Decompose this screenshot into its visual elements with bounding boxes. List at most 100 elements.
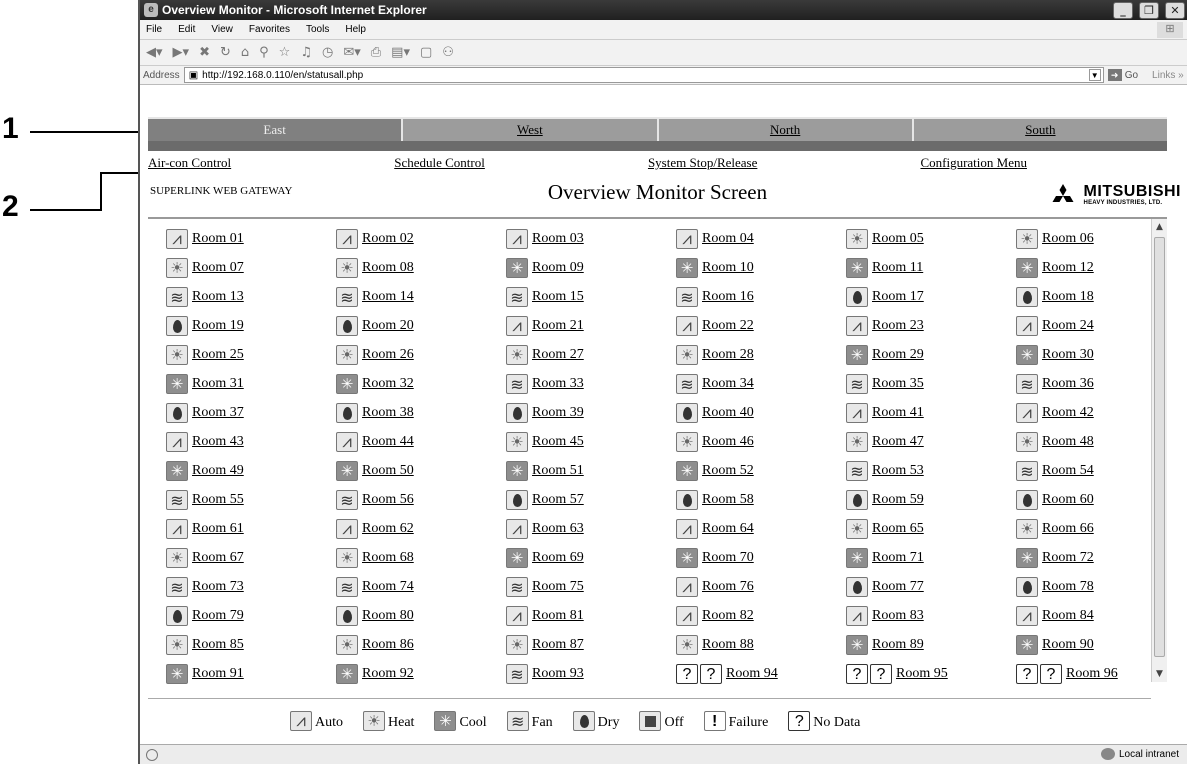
- room-link[interactable]: Room 67: [192, 550, 244, 566]
- droplet-icon[interactable]: [336, 316, 358, 336]
- room-link[interactable]: Room 22: [702, 318, 754, 334]
- room-link[interactable]: Room 12: [1042, 260, 1094, 276]
- room-link[interactable]: Room 48: [1042, 434, 1094, 450]
- sun-icon[interactable]: [676, 432, 698, 452]
- fan-icon[interactable]: [1016, 374, 1038, 394]
- snowflake-icon[interactable]: [1016, 258, 1038, 278]
- room-link[interactable]: Room 54: [1042, 463, 1094, 479]
- room-link[interactable]: Room 89: [872, 637, 924, 653]
- stop-icon[interactable]: ✖: [199, 45, 210, 60]
- question-mark-icon[interactable]: [870, 664, 892, 684]
- auto-mode-icon[interactable]: [1016, 606, 1038, 626]
- sun-icon[interactable]: [1016, 432, 1038, 452]
- droplet-icon[interactable]: [166, 606, 188, 626]
- room-link[interactable]: Room 07: [192, 260, 244, 276]
- favorites-icon[interactable]: ☆: [279, 45, 291, 60]
- menu-favorites[interactable]: Favorites: [249, 24, 290, 35]
- fan-icon[interactable]: [166, 577, 188, 597]
- room-link[interactable]: Room 58: [702, 492, 754, 508]
- room-link[interactable]: Room 91: [192, 666, 244, 682]
- sun-icon[interactable]: [1016, 229, 1038, 249]
- auto-mode-icon[interactable]: [506, 519, 528, 539]
- room-link[interactable]: Room 46: [702, 434, 754, 450]
- room-link[interactable]: Room 84: [1042, 608, 1094, 624]
- auto-mode-icon[interactable]: [676, 316, 698, 336]
- droplet-icon[interactable]: [336, 403, 358, 423]
- room-link[interactable]: Room 45: [532, 434, 584, 450]
- auto-mode-icon[interactable]: [506, 606, 528, 626]
- droplet-icon[interactable]: [166, 403, 188, 423]
- aircon-control-link[interactable]: Air-con Control: [148, 155, 231, 171]
- minimize-button[interactable]: _: [1113, 1, 1133, 19]
- forward-icon[interactable]: ▶▾: [173, 45, 190, 60]
- room-link[interactable]: Room 71: [872, 550, 924, 566]
- fan-icon[interactable]: [846, 374, 868, 394]
- mail-icon[interactable]: ✉▾: [343, 45, 360, 60]
- auto-mode-icon[interactable]: [166, 229, 188, 249]
- room-link[interactable]: Room 01: [192, 231, 244, 247]
- room-link[interactable]: Room 65: [872, 521, 924, 537]
- auto-mode-icon[interactable]: [676, 519, 698, 539]
- snowflake-icon[interactable]: [166, 461, 188, 481]
- question-mark-icon[interactable]: [700, 664, 722, 684]
- room-link[interactable]: Room 21: [532, 318, 584, 334]
- room-link[interactable]: Room 41: [872, 405, 924, 421]
- schedule-control-link[interactable]: Schedule Control: [394, 155, 485, 171]
- room-link[interactable]: Room 44: [362, 434, 414, 450]
- sun-icon[interactable]: [166, 548, 188, 568]
- snowflake-icon[interactable]: [336, 664, 358, 684]
- room-link[interactable]: Room 83: [872, 608, 924, 624]
- snowflake-icon[interactable]: [336, 374, 358, 394]
- discuss-icon[interactable]: ▢: [420, 45, 432, 60]
- snowflake-icon[interactable]: [846, 548, 868, 568]
- scroll-down-icon[interactable]: ▼: [1152, 666, 1167, 682]
- fan-icon[interactable]: [506, 664, 528, 684]
- room-link[interactable]: Room 31: [192, 376, 244, 392]
- room-link[interactable]: Room 14: [362, 289, 414, 305]
- tab-west[interactable]: West: [403, 117, 659, 141]
- auto-mode-icon[interactable]: [166, 519, 188, 539]
- fan-icon[interactable]: [336, 577, 358, 597]
- auto-mode-icon[interactable]: [336, 519, 358, 539]
- go-button[interactable]: ➜ Go: [1107, 69, 1138, 81]
- room-link[interactable]: Room 51: [532, 463, 584, 479]
- auto-mode-icon[interactable]: [676, 606, 698, 626]
- room-link[interactable]: Room 81: [532, 608, 584, 624]
- auto-mode-icon[interactable]: [506, 229, 528, 249]
- room-link[interactable]: Room 16: [702, 289, 754, 305]
- menu-edit[interactable]: Edit: [178, 24, 195, 35]
- room-link[interactable]: Room 43: [192, 434, 244, 450]
- sun-icon[interactable]: [336, 635, 358, 655]
- sun-icon[interactable]: [846, 519, 868, 539]
- room-link[interactable]: Room 27: [532, 347, 584, 363]
- room-link[interactable]: Room 72: [1042, 550, 1094, 566]
- snowflake-icon[interactable]: [506, 258, 528, 278]
- room-link[interactable]: Room 19: [192, 318, 244, 334]
- fan-icon[interactable]: [166, 287, 188, 307]
- sun-icon[interactable]: [506, 635, 528, 655]
- room-link[interactable]: Room 49: [192, 463, 244, 479]
- fan-icon[interactable]: [506, 577, 528, 597]
- sun-icon[interactable]: [336, 548, 358, 568]
- sun-icon[interactable]: [676, 345, 698, 365]
- question-mark-icon[interactable]: [846, 664, 868, 684]
- sun-icon[interactable]: [846, 229, 868, 249]
- room-link[interactable]: Room 59: [872, 492, 924, 508]
- fan-icon[interactable]: [336, 490, 358, 510]
- room-link[interactable]: Room 53: [872, 463, 924, 479]
- home-icon[interactable]: ⌂: [241, 45, 249, 60]
- auto-mode-icon[interactable]: [336, 432, 358, 452]
- sun-icon[interactable]: [166, 635, 188, 655]
- room-link[interactable]: Room 33: [532, 376, 584, 392]
- room-link[interactable]: Room 80: [362, 608, 414, 624]
- room-link[interactable]: Room 23: [872, 318, 924, 334]
- room-link[interactable]: Room 24: [1042, 318, 1094, 334]
- room-link[interactable]: Room 08: [362, 260, 414, 276]
- droplet-icon[interactable]: [506, 490, 528, 510]
- sun-icon[interactable]: [846, 432, 868, 452]
- sun-icon[interactable]: [1016, 519, 1038, 539]
- search-icon[interactable]: ⚲: [259, 45, 269, 60]
- room-link[interactable]: Room 38: [362, 405, 414, 421]
- room-link[interactable]: Room 04: [702, 231, 754, 247]
- history-icon[interactable]: ◷: [322, 45, 333, 60]
